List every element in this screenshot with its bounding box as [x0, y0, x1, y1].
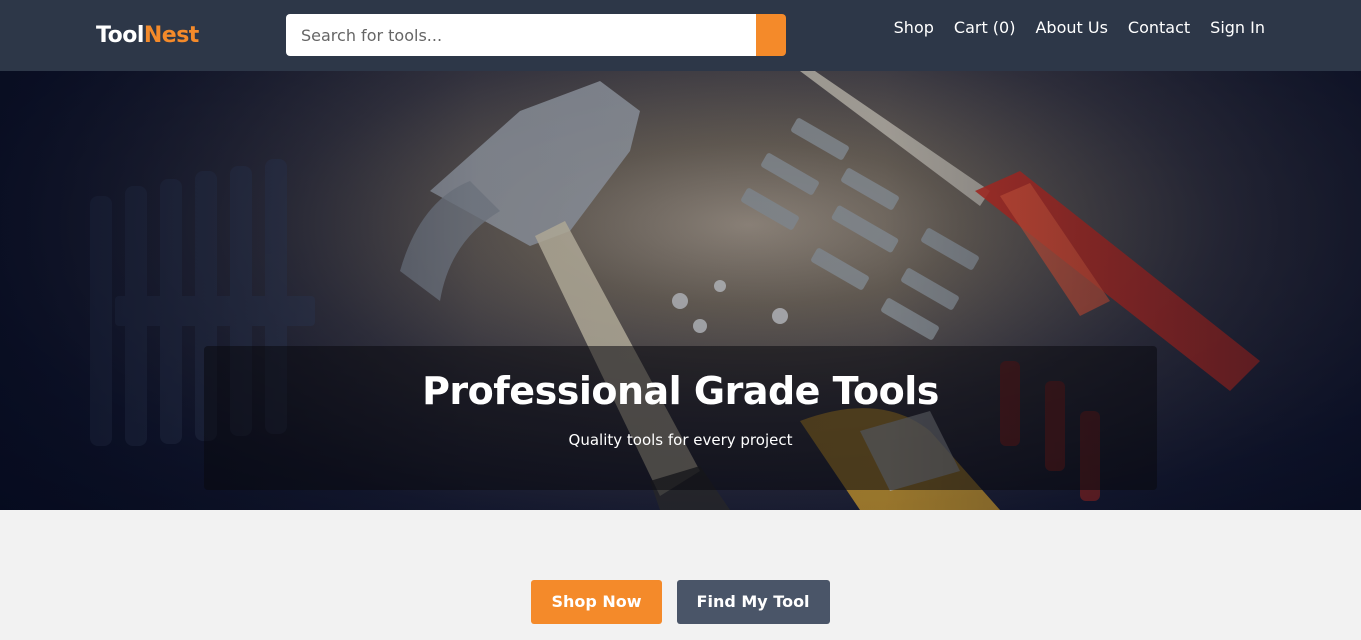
nav-sign-in[interactable]: Sign In [1210, 17, 1265, 39]
find-my-tool-button[interactable]: Find My Tool [676, 580, 830, 624]
hero-subtitle: Quality tools for every project [568, 431, 793, 449]
brand-logo[interactable]: ToolNest [96, 22, 199, 50]
nav-about-us[interactable]: About Us [1035, 17, 1107, 39]
brand-logo-part2: Nest [143, 23, 199, 48]
cta-buttons: Shop Now Find My Tool [0, 580, 1361, 624]
hero-caption-box: Professional Grade Tools Quality tools f… [204, 346, 1157, 490]
nav-shop[interactable]: Shop [894, 17, 934, 39]
nav-cart[interactable]: Cart (0) [954, 17, 1016, 39]
shop-now-button[interactable]: Shop Now [531, 580, 662, 624]
nav-contact[interactable]: Contact [1128, 17, 1190, 39]
hero-banner: Professional Grade Tools Quality tools f… [0, 71, 1361, 510]
brand-logo-part1: Tool [96, 23, 144, 48]
site-header: ToolNest Shop Cart (0) About Us Contact … [0, 0, 1361, 71]
hero-title: Professional Grade Tools [422, 369, 939, 413]
search-button[interactable] [756, 14, 786, 56]
search-input[interactable] [286, 14, 756, 56]
search-bar [286, 14, 786, 56]
main-nav: Shop Cart (0) About Us Contact Sign In [894, 17, 1265, 39]
